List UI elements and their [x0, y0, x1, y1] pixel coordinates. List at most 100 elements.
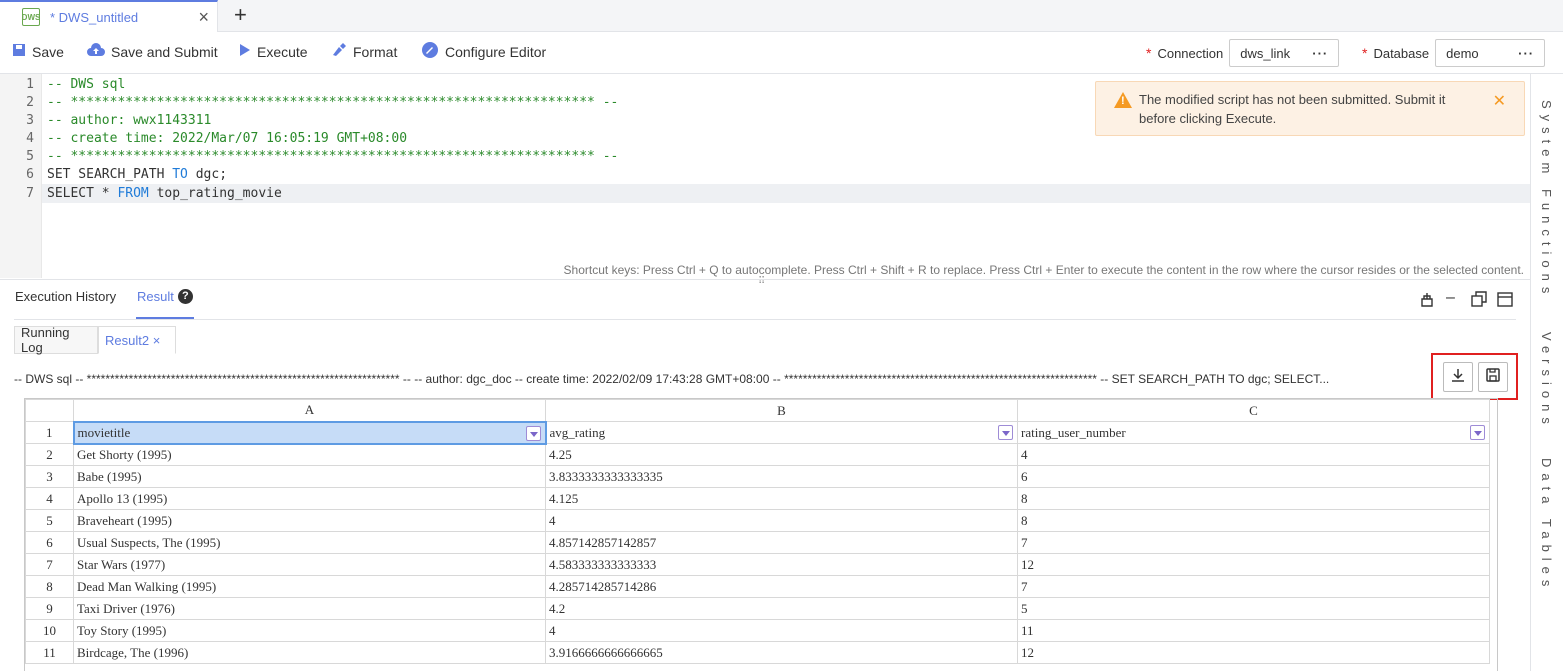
- table-cell[interactable]: 3.9166666666666665: [545, 641, 1018, 664]
- tab-result[interactable]: Result ?: [137, 289, 193, 304]
- column-header-label: rating_user_number: [1021, 424, 1126, 440]
- table-row: 4 Apollo 13 (1995) 4.125 8: [25, 487, 1490, 510]
- table-cell[interactable]: 11: [1017, 619, 1490, 642]
- filter-dropdown-icon[interactable]: [525, 425, 541, 441]
- database-selector: * Database demo ···: [1362, 39, 1546, 67]
- restore-icon[interactable]: [1470, 290, 1488, 313]
- more-icon[interactable]: ···: [1518, 46, 1534, 61]
- line-number: 2: [26, 95, 34, 110]
- results-panel: Execution History Result ? – Running Log…: [0, 279, 1530, 671]
- column-header-cell[interactable]: movietitle: [72, 420, 547, 445]
- table-cell[interactable]: 8: [1017, 487, 1490, 510]
- required-mark: *: [1362, 45, 1368, 61]
- execute-button[interactable]: Execute: [239, 43, 308, 60]
- subtab-running-log[interactable]: Running Log: [14, 325, 98, 355]
- table-cell[interactable]: 4: [1017, 443, 1490, 466]
- table-cell[interactable]: 4.857142857142857: [545, 531, 1018, 554]
- table-cell[interactable]: Apollo 13 (1995): [73, 487, 546, 510]
- table-cell[interactable]: 4: [545, 509, 1018, 532]
- format-button[interactable]: Format: [331, 43, 397, 60]
- table-cell[interactable]: 4.285714285714286: [545, 575, 1018, 598]
- column-header-cell[interactable]: avg_rating: [545, 421, 1018, 444]
- tab-bar: DWS * DWS_untitled × +: [0, 0, 1563, 32]
- column-letter[interactable]: A: [73, 399, 546, 422]
- line-number: 6: [26, 167, 34, 182]
- table-cell[interactable]: Toy Story (1995): [73, 619, 546, 642]
- row-number: 11: [25, 641, 74, 664]
- subtab-result2[interactable]: Result2 ×: [98, 326, 176, 354]
- maximize-icon[interactable]: [1496, 290, 1514, 313]
- save-button[interactable]: Save: [12, 43, 64, 60]
- table-cell[interactable]: Dead Man Walking (1995): [73, 575, 546, 598]
- dump-button[interactable]: [1478, 362, 1508, 392]
- code-line: -- author: wwx1143311: [47, 113, 212, 128]
- save-and-submit-button[interactable]: Save and Submit: [87, 43, 218, 60]
- side-tab-system-functions[interactable]: System Functions: [1539, 100, 1554, 299]
- line-number: 5: [26, 149, 34, 164]
- editor-tab[interactable]: DWS * DWS_untitled ×: [0, 0, 218, 32]
- column-letter[interactable]: B: [545, 399, 1018, 422]
- header-row: 1 movietitle avg_rating rating_user_numb…: [25, 420, 1490, 445]
- row-number: 2: [25, 443, 74, 466]
- code-line: -- *************************************…: [47, 149, 619, 164]
- help-icon[interactable]: ?: [177, 289, 193, 304]
- table-cell[interactable]: Star Wars (1977): [73, 553, 546, 576]
- table-cell[interactable]: 7: [1017, 575, 1490, 598]
- configure-editor-button[interactable]: Configure Editor: [421, 41, 546, 62]
- table-cell[interactable]: 4.25: [545, 443, 1018, 466]
- close-alert-icon[interactable]: ✕: [1493, 91, 1506, 111]
- database-select[interactable]: demo ···: [1435, 39, 1546, 67]
- table-cell[interactable]: 7: [1017, 531, 1490, 554]
- save-label: Save: [32, 43, 64, 60]
- table-cell[interactable]: 12: [1017, 553, 1490, 576]
- table-cell[interactable]: 4.2: [545, 597, 1018, 620]
- row-number: 1: [25, 421, 74, 444]
- table-cell[interactable]: 4: [545, 619, 1018, 642]
- clear-icon[interactable]: [1418, 290, 1436, 313]
- table-cell[interactable]: 4.583333333333333: [545, 553, 1018, 576]
- column-header-label: movietitle: [77, 424, 131, 440]
- minimize-icon[interactable]: –: [1446, 289, 1455, 307]
- line-number: 1: [26, 77, 34, 92]
- result-spreadsheet[interactable]: A B C 1 movietitle avg_rating rating_use…: [24, 398, 1498, 671]
- table-cell[interactable]: Taxi Driver (1976): [73, 597, 546, 620]
- table-cell[interactable]: Braveheart (1995): [73, 509, 546, 532]
- connection-select[interactable]: dws_link ···: [1229, 39, 1340, 67]
- row-number: 5: [25, 509, 74, 532]
- table-cell[interactable]: Babe (1995): [73, 465, 546, 488]
- download-icon: [1450, 367, 1466, 388]
- more-icon[interactable]: ···: [1312, 46, 1328, 61]
- format-label: Format: [353, 43, 398, 60]
- close-tab-icon[interactable]: ×: [198, 8, 209, 26]
- column-letter-row: A B C: [25, 399, 1490, 422]
- tab-execution-history[interactable]: Execution History: [15, 289, 116, 304]
- table-row: 6 Usual Suspects, The (1995) 4.85714285714…: [25, 531, 1490, 554]
- table-cell[interactable]: 6: [1017, 465, 1490, 488]
- table-cell[interactable]: Get Shorty (1995): [73, 443, 546, 466]
- table-cell[interactable]: Birdcage, The (1996): [73, 641, 546, 664]
- add-tab-icon[interactable]: +: [234, 2, 247, 28]
- table-row: 8 Dead Man Walking (1995) 4.28571428571428…: [25, 575, 1490, 598]
- table-cell[interactable]: Usual Suspects, The (1995): [73, 531, 546, 554]
- download-button[interactable]: [1443, 362, 1473, 392]
- toolbar: Save Save and Submit Execute Format Conf…: [0, 32, 1563, 74]
- column-letter[interactable]: C: [1017, 399, 1490, 422]
- code-line: -- DWS sql: [47, 77, 126, 92]
- table-cell[interactable]: 4.125: [545, 487, 1018, 510]
- side-tab-versions[interactable]: Versions: [1539, 332, 1554, 430]
- save-disk-icon: [1485, 367, 1501, 388]
- column-header-cell[interactable]: rating_user_number: [1017, 421, 1490, 444]
- side-tab-data-tables[interactable]: Data Tables: [1539, 458, 1554, 592]
- table-row: 7 Star Wars (1977) 4.583333333333333 12: [25, 553, 1490, 576]
- table-cell[interactable]: 12: [1017, 641, 1490, 664]
- table-cell[interactable]: 3.8333333333333335: [545, 465, 1018, 488]
- filter-dropdown-icon[interactable]: [998, 425, 1013, 440]
- result-table: A B C 1 movietitle avg_rating rating_use…: [25, 399, 1490, 664]
- table-cell[interactable]: 5: [1017, 597, 1490, 620]
- connection-label: Connection: [1157, 45, 1224, 61]
- code-line: -- *************************************…: [47, 95, 619, 110]
- row-number: 8: [25, 575, 74, 598]
- table-cell[interactable]: 8: [1017, 509, 1490, 532]
- code-line: SELECT * FROM top_rating_movie: [47, 186, 282, 201]
- filter-dropdown-icon[interactable]: [1470, 425, 1485, 440]
